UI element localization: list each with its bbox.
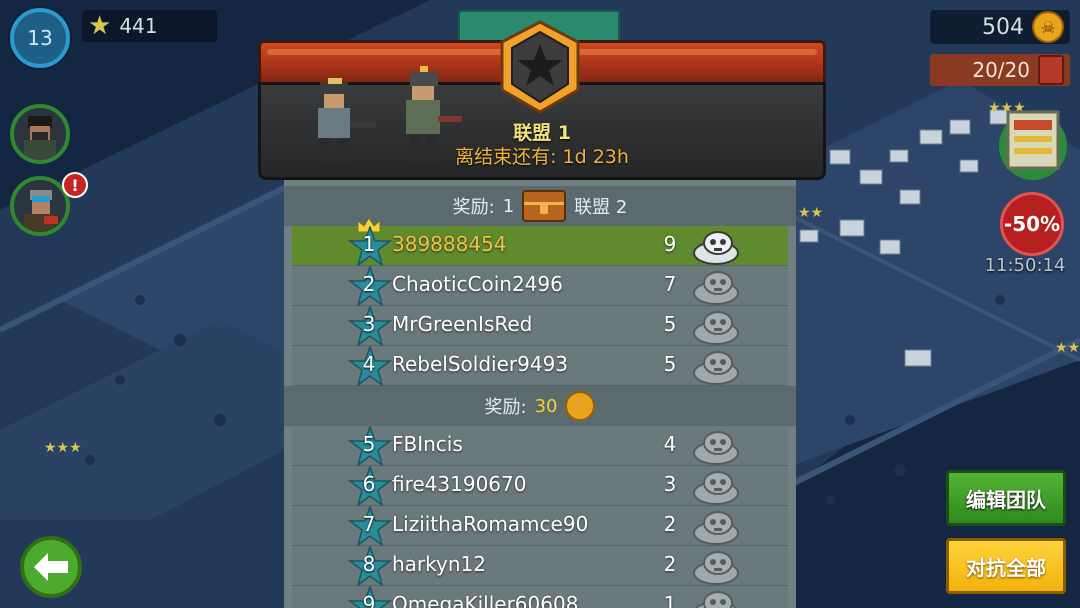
soldier-portrait-icon xyxy=(24,116,56,160)
leaderboard-row[interactable]: 9 OmegaKiller60608 1 xyxy=(292,586,788,608)
fuel-counter[interactable]: 20/20 xyxy=(930,54,1070,86)
event-end-timer: 离结束还有: 1d 23h xyxy=(455,146,629,168)
back-button[interactable] xyxy=(20,536,82,598)
reward-label: 奖励: xyxy=(484,397,527,418)
player-name: LiziithaRomamce90 xyxy=(392,512,589,536)
player-name: fire43190670 xyxy=(392,472,527,496)
rank-number: 3 xyxy=(362,312,376,336)
reward-label: 奖励: xyxy=(452,197,495,218)
player-score: 7 xyxy=(663,272,677,296)
next-league-label: 联盟 2 xyxy=(574,197,628,218)
player-name: FBIncis xyxy=(392,432,463,456)
rank-number: 5 xyxy=(362,432,376,456)
svg-text:★★: ★★ xyxy=(1055,340,1080,356)
player-score: 5 xyxy=(663,312,677,336)
fuel-count-value: 20/20 xyxy=(972,58,1030,82)
chest-count: 1 xyxy=(502,195,515,217)
dynamite-soldier-icon xyxy=(24,190,58,232)
special-avatar-button[interactable] xyxy=(10,176,70,236)
skull-trophy-icon xyxy=(693,471,739,505)
leaderboard-row[interactable]: 2 ChaoticCoin2496 7 xyxy=(292,266,788,306)
leaderboard-row[interactable]: 4 RebelSoldier9493 5 xyxy=(292,346,788,386)
skull-coin-icon xyxy=(565,391,596,421)
coin-counter[interactable]: 504 ☠ xyxy=(930,10,1070,44)
leaderboard-row[interactable]: 1 389888454 9 xyxy=(292,218,788,266)
skull-trophy-icon xyxy=(693,431,739,465)
leaderboard-row[interactable]: 3 MrGreenIsRed 5 xyxy=(292,306,788,346)
skull-trophy-icon xyxy=(693,351,739,385)
player-level-badge[interactable]: 13 xyxy=(10,8,70,68)
skull-trophy-icon xyxy=(695,591,737,608)
leaderboard-panel[interactable]: 奖励: 1 联盟 2 奖励: 30 1 389888454 9 2 ChaoticCoi… xyxy=(284,180,796,608)
leaderboard-row[interactable]: 6 fire43190670 3 xyxy=(292,466,788,506)
player-score: 9 xyxy=(663,232,677,256)
skull-coin-icon: ☠ xyxy=(1032,11,1064,43)
discount-badge[interactable]: -50% xyxy=(1000,192,1064,256)
rank-number: 6 xyxy=(362,472,376,496)
rank-number: 2 xyxy=(362,272,376,296)
svg-text:★★: ★★ xyxy=(798,205,823,221)
skull-trophy-icon xyxy=(693,311,739,345)
rank-number: 1 xyxy=(362,232,376,256)
player-score: 3 xyxy=(663,472,677,496)
treasure-chest-icon xyxy=(522,190,567,222)
leaderboard-row[interactable]: 7 LiziithaRomamce90 2 xyxy=(292,506,788,546)
skull-trophy-icon xyxy=(693,271,739,305)
coin-reward-row: 奖励: 30 xyxy=(284,386,796,426)
skull-trophy-icon xyxy=(693,231,739,265)
coin-reward-amount: 30 xyxy=(534,395,558,417)
star-count-value: 441 xyxy=(119,14,158,38)
mission-board-icon[interactable] xyxy=(998,100,1068,184)
player-name: OmegaKiller60608 xyxy=(392,592,579,608)
hero-avatar-button[interactable] xyxy=(10,104,70,164)
attack-all-label: 对抗全部 xyxy=(966,555,1046,580)
player-score: 5 xyxy=(663,352,677,376)
skull-trophy-icon xyxy=(693,511,739,545)
alert-badge: ! xyxy=(62,172,88,198)
discount-value: -50% xyxy=(1003,212,1061,236)
leaderboard-row[interactable]: 5 FBIncis 4 xyxy=(292,426,788,466)
player-level-value: 13 xyxy=(27,26,53,50)
league-name: 联盟 1 xyxy=(513,122,571,144)
league-header: 联盟 1 离结束还有: 1d 23h xyxy=(258,10,826,180)
arrow-left-icon xyxy=(34,553,68,581)
star-icon: ★ xyxy=(88,11,112,41)
player-name: MrGreenIsRed xyxy=(392,312,533,336)
leaderboard-row[interactable]: 8 harkyn12 2 xyxy=(292,546,788,586)
rank-number: 7 xyxy=(362,512,376,536)
attack-all-button[interactable]: 对抗全部 xyxy=(946,538,1066,594)
fuel-can-icon xyxy=(1038,55,1064,85)
coin-count-value: 504 xyxy=(982,14,1024,40)
svg-text:★★★: ★★★ xyxy=(44,440,82,456)
edit-team-button[interactable]: 编辑团队 xyxy=(946,470,1066,526)
league-rank-emblem-icon xyxy=(500,20,580,114)
skull-trophy-icon xyxy=(693,551,739,585)
rank-number: 4 xyxy=(362,352,376,376)
player-score: 2 xyxy=(663,552,677,576)
player-score: 2 xyxy=(663,512,677,536)
rank-number: 9 xyxy=(362,592,376,608)
player-name: ChaoticCoin2496 xyxy=(392,272,563,296)
player-score: 1 xyxy=(663,592,677,608)
player-name: 389888454 xyxy=(392,232,507,256)
offer-timer: 11:50:14 xyxy=(984,255,1066,276)
player-name: RebelSoldier9493 xyxy=(392,352,569,376)
player-score: 4 xyxy=(663,432,677,456)
player-name: harkyn12 xyxy=(392,552,486,576)
edit-team-label: 编辑团队 xyxy=(966,487,1046,512)
star-counter: ★ 441 xyxy=(82,10,217,42)
rank-number: 8 xyxy=(362,552,376,576)
